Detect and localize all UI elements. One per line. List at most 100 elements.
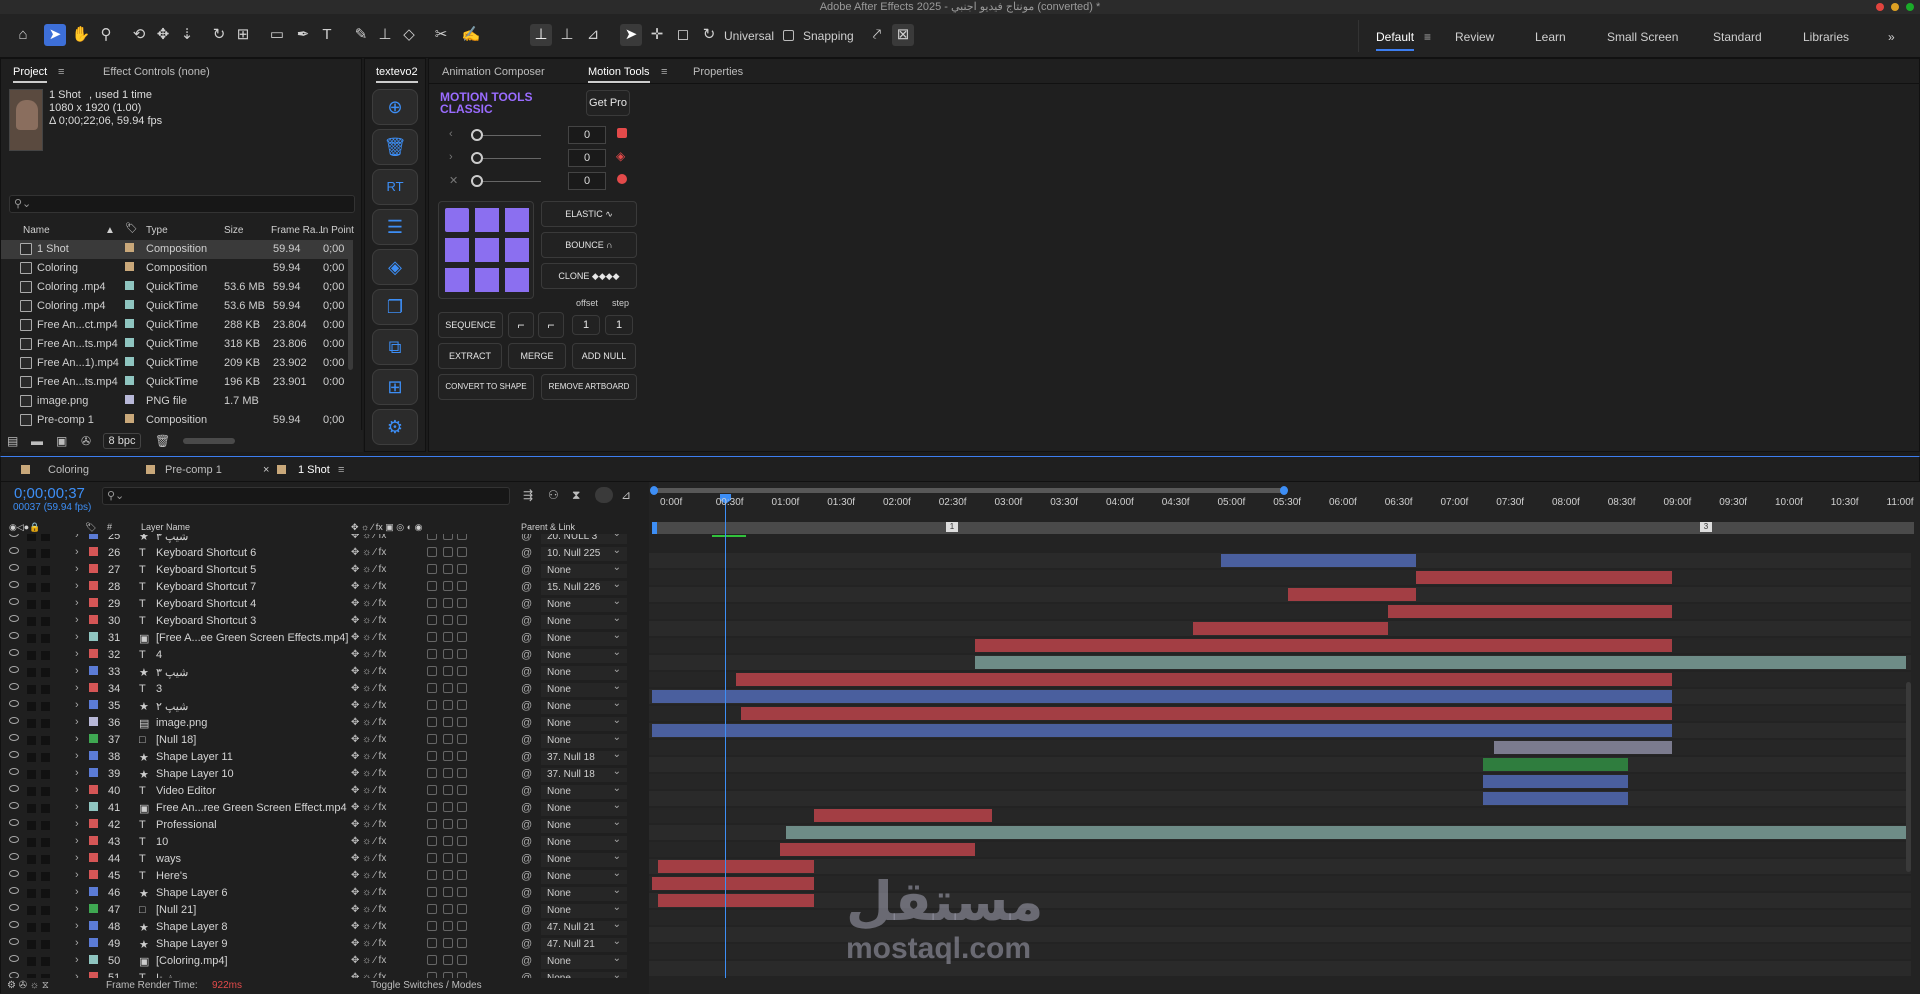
layer-switch-box[interactable] (443, 598, 453, 608)
parent-dropdown[interactable]: 47. Null 21 (541, 918, 627, 935)
elastic-button[interactable]: ELASTIC ∿ (541, 201, 637, 227)
pickwhip-icon[interactable]: @ (521, 700, 532, 712)
layer-switch-box[interactable] (443, 683, 453, 693)
ease-both-value[interactable]: 0 (568, 172, 606, 190)
layer-name[interactable]: Shape Layer 9 (156, 938, 228, 950)
expand-arrow-icon[interactable]: › (75, 971, 79, 978)
layer-switch-box[interactable] (443, 734, 453, 744)
layer-switch-box[interactable] (427, 632, 437, 642)
layer-label-color[interactable] (89, 853, 98, 862)
lock-toggle[interactable] (41, 821, 50, 830)
pickwhip-icon[interactable]: @ (521, 768, 532, 780)
orbit-camera-icon[interactable]: ⟲ (128, 24, 150, 46)
pickwhip-icon[interactable]: @ (521, 819, 532, 831)
pickwhip-icon[interactable]: @ (521, 717, 532, 729)
marker-3[interactable]: 3 (1700, 522, 1712, 532)
settings-gear-icon[interactable]: ⚙ (372, 409, 418, 445)
layer-switch-box[interactable] (443, 853, 453, 863)
motion-blur-toggle[interactable] (595, 487, 613, 503)
lock-toggle[interactable] (41, 549, 50, 558)
layer-name[interactable]: Video Editor (156, 785, 216, 797)
layer-row[interactable]: › 40 T Video Editor ✥ ☼ ∕ fx @ None (1, 782, 651, 800)
solo-toggle[interactable] (27, 549, 36, 558)
layer-row[interactable]: › 34 T 3 ✥ ☼ ∕ fx @ None (1, 680, 651, 698)
expand-arrow-icon[interactable]: › (75, 733, 79, 745)
label-color-swatch[interactable] (125, 414, 134, 423)
bounce-button[interactable]: BOUNCE ∩ (541, 232, 637, 258)
layer-duration-bar[interactable] (1220, 554, 1416, 567)
lock-toggle[interactable] (41, 940, 50, 949)
layer-switches-icon[interactable]: ✥ ☼ ∕ fx (351, 700, 386, 711)
visibility-eye-icon[interactable] (9, 938, 19, 945)
layer-row[interactable]: › 37 □ [Null 18] ✥ ☼ ∕ fx @ None (1, 731, 651, 749)
layer-duration-bar[interactable] (1482, 792, 1628, 805)
pickwhip-icon[interactable]: @ (521, 836, 532, 848)
layer-duration-bar[interactable] (735, 673, 1673, 686)
new-composition-icon[interactable]: ▣ (56, 434, 67, 448)
layer-switches-icon[interactable]: ✥ ☼ ∕ fx (351, 904, 386, 915)
layer-switch-box[interactable] (427, 666, 437, 676)
lock-toggle[interactable] (41, 923, 50, 932)
3d-cube-icon[interactable]: ◈ (372, 249, 418, 285)
layer-label-color[interactable] (89, 632, 98, 641)
layer-switch-box[interactable] (457, 581, 467, 591)
expand-arrow-icon[interactable]: › (75, 563, 79, 575)
layer-switch-box[interactable] (457, 904, 467, 914)
visibility-eye-icon[interactable] (9, 853, 19, 860)
layer-label-color[interactable] (89, 955, 98, 964)
label-color-swatch[interactable] (125, 376, 134, 385)
lock-toggle[interactable] (41, 583, 50, 592)
parent-dropdown[interactable]: 20. NULL 3 (541, 534, 627, 544)
pickwhip-icon[interactable]: @ (521, 632, 532, 644)
parent-dropdown[interactable]: None (541, 901, 627, 918)
layer-row[interactable]: › 46 ★ Shape Layer 6 ✥ ☼ ∕ fx @ None (1, 884, 651, 902)
layer-row[interactable]: › 42 T Professional ✥ ☼ ∕ fx @ None (1, 816, 651, 834)
scale-gizmo-icon[interactable]: ◻ (672, 24, 694, 46)
layer-switches-icon[interactable]: ✥ ☼ ∕ fx (351, 768, 386, 779)
more-workspaces-icon[interactable]: » (1888, 30, 1895, 44)
shy-layers-icon[interactable]: ⧗ (572, 488, 580, 503)
expand-arrow-icon[interactable]: › (75, 801, 79, 813)
tab-animation-composer[interactable]: Animation Composer (442, 66, 545, 78)
lock-toggle[interactable] (41, 770, 50, 779)
parent-dropdown[interactable]: None (541, 884, 627, 901)
duplicate-icon[interactable]: ⧉ (372, 329, 418, 365)
project-scrollbar[interactable] (348, 240, 353, 370)
layer-row[interactable]: › 49 ★ Shape Layer 9 ✥ ☼ ∕ fx @47. Null 21 (1, 935, 651, 953)
world-axis-icon[interactable]: ⊥ (556, 24, 578, 46)
expand-arrow-icon[interactable]: › (75, 954, 79, 966)
universal-select-icon[interactable]: ➤ (620, 24, 642, 46)
layer-name[interactable]: [Null 21] (156, 904, 196, 916)
layer-switch-box[interactable] (457, 547, 467, 557)
layer-name[interactable]: Keyboard Shortcut 3 (156, 615, 256, 627)
layer-switch-box[interactable] (443, 534, 453, 540)
label-color-swatch[interactable] (125, 338, 134, 347)
layer-switch-box[interactable] (457, 955, 467, 965)
new-folder-icon[interactable]: ▬ (31, 434, 43, 448)
parent-dropdown[interactable]: None (541, 697, 627, 714)
layer-switches-icon[interactable]: ✥ ☼ ∕ fx (351, 683, 386, 694)
layer-switches-icon[interactable]: ✥ ☼ ∕ fx (351, 717, 386, 728)
ease-out-slider[interactable] (471, 152, 483, 164)
col-size[interactable]: Size (224, 225, 243, 236)
timeline-menu-icon[interactable]: ≡ (338, 464, 344, 476)
timeline-navigator[interactable]: 1 3 (652, 522, 1914, 534)
layer-name[interactable]: Keyboard Shortcut 7 (156, 581, 256, 593)
close-tab-icon[interactable]: × (263, 464, 269, 476)
layer-switch-box[interactable] (457, 802, 467, 812)
layer-duration-bar[interactable] (1287, 588, 1416, 601)
layer-row[interactable]: › 26 T Keyboard Shortcut 6 ✥ ☼ ∕ fx @10. Null… (1, 544, 651, 562)
expand-arrow-icon[interactable]: › (75, 750, 79, 762)
layer-switches-icon[interactable]: ✥ ☼ ∕ fx (351, 534, 386, 541)
layer-name[interactable]: Keyboard Shortcut 5 (156, 564, 256, 576)
lock-toggle[interactable] (41, 702, 50, 711)
pickwhip-icon[interactable]: @ (521, 534, 532, 542)
expand-arrow-icon[interactable]: › (75, 835, 79, 847)
layer-switch-box[interactable] (457, 598, 467, 608)
layer-switch-box[interactable] (427, 717, 437, 727)
tab-1-shot[interactable]: 1 Shot (298, 464, 330, 476)
visibility-eye-icon[interactable] (9, 802, 19, 809)
layer-switch-box[interactable] (457, 700, 467, 710)
layer-label-color[interactable] (89, 666, 98, 675)
layer-switch-box[interactable] (427, 751, 437, 761)
